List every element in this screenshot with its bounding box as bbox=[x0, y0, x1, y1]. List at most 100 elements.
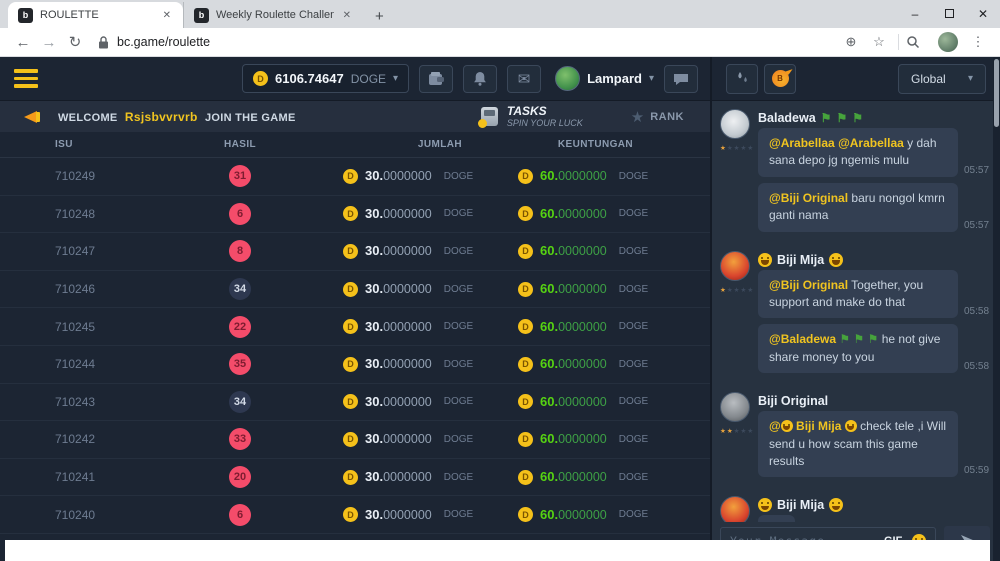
mention[interactable]: @Biji Original bbox=[769, 191, 848, 205]
window-controls: – ✕ bbox=[898, 0, 1000, 28]
table-row[interactable]: 710247 8 D30.0000000DOGE D60.0000000DOGE bbox=[0, 233, 710, 271]
main-panel: WELCOME Rsjsbvvrvrb JOIN THE GAME TASKS … bbox=[0, 101, 710, 561]
table-row[interactable]: 710242 33 D30.0000000DOGE D60.0000000DOG… bbox=[0, 421, 710, 459]
rain-button[interactable] bbox=[726, 64, 758, 94]
chat-username[interactable]: Biji Mija bbox=[758, 253, 994, 267]
doge-coin-icon: D bbox=[343, 470, 358, 485]
chat-bubble[interactable]: Ok bbox=[758, 515, 795, 522]
page-bottom-strip bbox=[5, 540, 990, 561]
chevron-down-icon: ▾ bbox=[649, 73, 654, 84]
table-row[interactable]: 710249 31 D30.0000000DOGE D60.0000000DOG… bbox=[0, 158, 710, 196]
back-icon[interactable]: ← bbox=[10, 34, 36, 51]
chat-bubble[interactable]: @Arabellaa @Arabellaa y dah sana depo jg… bbox=[758, 128, 958, 177]
balance-selector[interactable]: D 6106.74647 DOGE ▾ bbox=[242, 64, 409, 93]
minimize-button[interactable]: – bbox=[898, 7, 932, 21]
avatar[interactable] bbox=[720, 109, 750, 139]
doge-coin-icon: D bbox=[518, 244, 533, 259]
avatar[interactable] bbox=[720, 496, 750, 522]
reload-icon[interactable]: ↻ bbox=[62, 33, 88, 51]
table-row[interactable]: 710243 34 D30.0000000DOGE D60.0000000DOG… bbox=[0, 384, 710, 422]
divider bbox=[898, 34, 899, 50]
doge-coin-icon: D bbox=[518, 432, 533, 447]
new-tab-button[interactable]: + bbox=[363, 8, 396, 25]
profit-amount: D60.0000000DOGE bbox=[500, 430, 705, 448]
bet-amount: D30.0000000DOGE bbox=[295, 242, 500, 260]
green-flag-icon: ⚑ bbox=[836, 111, 847, 125]
browser-profile-avatar[interactable] bbox=[938, 32, 958, 52]
url-text[interactable]: bc.game/roulette bbox=[117, 35, 210, 49]
chat-bubble[interactable]: @Biji Original Together, you support and… bbox=[758, 270, 958, 319]
messages-button[interactable]: ✉ bbox=[507, 65, 541, 93]
result-badge: 20 bbox=[229, 466, 251, 488]
table-row[interactable]: 710248 6 D30.0000000DOGE D60.0000000DOGE bbox=[0, 196, 710, 234]
chat-messages[interactable]: ★★★★★ Baladewa ⚑ ⚑ ⚑ @Arabellaa @Arabell… bbox=[712, 101, 1000, 522]
table-row[interactable]: 710244 35 D30.0000000DOGE D60.0000000DOG… bbox=[0, 346, 710, 384]
grin-emoji-icon bbox=[758, 253, 772, 267]
result-badge: 34 bbox=[229, 278, 251, 300]
notifications-button[interactable] bbox=[463, 65, 497, 93]
tab-roulette[interactable]: b ROULETTE ✕ bbox=[8, 2, 183, 28]
tasks-link[interactable]: TASKS SPIN YOUR LUCK bbox=[481, 105, 583, 128]
table-row[interactable]: 710240 6 D30.0000000DOGE D60.0000000DOGE bbox=[0, 496, 710, 534]
chat-bubble[interactable]: @ Biji Mija check tele ,i Will send u ho… bbox=[758, 411, 958, 477]
wallet-button[interactable] bbox=[419, 65, 453, 93]
balance-amount: 6106.74647 bbox=[275, 71, 344, 86]
mention[interactable]: @Biji Original bbox=[769, 278, 848, 292]
chat-bubble[interactable]: @Baladewa ⚑ ⚑ ⚑ he not give share money … bbox=[758, 324, 958, 373]
chat-bubble[interactable]: @Biji Original baru nongol kmrn ganti na… bbox=[758, 183, 958, 232]
tab-close-icon[interactable]: ✕ bbox=[161, 8, 173, 23]
tab-close-icon[interactable]: ✕ bbox=[341, 8, 353, 23]
coin-drop-button[interactable]: B bbox=[764, 64, 796, 94]
user-rating: ★★★★★ bbox=[720, 427, 758, 435]
page-scrollbar[interactable] bbox=[993, 57, 1000, 561]
bet-amount: D30.0000000DOGE bbox=[295, 468, 500, 486]
chat-toggle-button[interactable] bbox=[664, 65, 698, 93]
avatar[interactable] bbox=[720, 251, 750, 281]
browser-menu-icon[interactable]: ⋮ bbox=[966, 34, 990, 50]
url-box[interactable]: bc.game/roulette bbox=[98, 35, 839, 49]
chat-message: ★★★★★ Biji Original @ Biji Mija check te… bbox=[720, 392, 994, 483]
history-table: 710249 31 D30.0000000DOGE D60.0000000DOG… bbox=[0, 158, 710, 534]
mention[interactable]: @Arabellaa @Arabellaa bbox=[769, 136, 904, 150]
user-rating: ★★★★★ bbox=[720, 144, 758, 152]
username: Lampard bbox=[587, 71, 642, 86]
doge-coin-icon: D bbox=[518, 282, 533, 297]
bet-amount: D30.0000000DOGE bbox=[295, 167, 500, 185]
doge-coin-icon: D bbox=[343, 244, 358, 259]
col-hasil: HASIL bbox=[185, 139, 295, 150]
address-bar: ← → ↻ bc.game/roulette ⊕ ☆ ⋮ bbox=[0, 28, 1000, 57]
round-id: 710242 bbox=[0, 432, 185, 446]
bet-amount: D30.0000000DOGE bbox=[295, 318, 500, 336]
chat-username[interactable]: Biji Mija bbox=[758, 498, 994, 512]
tab-title: Weekly Roulette Challenge - Win bbox=[216, 9, 334, 21]
search-icon[interactable] bbox=[906, 35, 930, 49]
green-flag-icon: ⚑ bbox=[821, 111, 832, 125]
lock-icon bbox=[98, 36, 109, 49]
chat-username[interactable]: Biji Original bbox=[758, 394, 994, 408]
col-keuntungan: KEUNTUNGAN bbox=[500, 139, 705, 150]
mention[interactable]: @Baladewa bbox=[769, 332, 836, 346]
profit-amount: D60.0000000DOGE bbox=[500, 506, 705, 524]
rank-link[interactable]: ★ RANK bbox=[631, 108, 684, 126]
round-id: 710244 bbox=[0, 357, 185, 371]
zoom-page-icon[interactable]: ⊕ bbox=[839, 34, 863, 50]
maximize-button[interactable] bbox=[932, 7, 966, 21]
tab-title: ROULETTE bbox=[40, 9, 154, 21]
bookmark-star-icon[interactable]: ☆ bbox=[867, 34, 891, 50]
chat-username[interactable]: Baladewa ⚑ ⚑ ⚑ bbox=[758, 111, 994, 125]
scrollbar-thumb[interactable] bbox=[994, 59, 999, 127]
doge-coin-icon: D bbox=[343, 432, 358, 447]
mention[interactable]: @ Biji Mija bbox=[769, 419, 857, 433]
menu-hamburger-icon[interactable] bbox=[14, 69, 38, 88]
table-row[interactable]: 710246 34 D30.0000000DOGE D60.0000000DOG… bbox=[0, 271, 710, 309]
close-window-button[interactable]: ✕ bbox=[966, 7, 1000, 21]
table-row[interactable]: 710241 20 D30.0000000DOGE D60.0000000DOG… bbox=[0, 459, 710, 497]
doge-coin-icon: D bbox=[343, 507, 358, 522]
tab-weekly-challenge[interactable]: b Weekly Roulette Challenge - Win ✕ bbox=[183, 2, 363, 28]
table-row[interactable]: 710245 22 D30.0000000DOGE D60.0000000DOG… bbox=[0, 308, 710, 346]
avatar[interactable] bbox=[720, 392, 750, 422]
forward-icon[interactable]: → bbox=[36, 34, 62, 51]
user-menu[interactable]: Lampard ▾ bbox=[555, 66, 654, 91]
chat-channel-select[interactable]: Global ▾ bbox=[898, 64, 986, 94]
doge-coin-icon: D bbox=[518, 319, 533, 334]
